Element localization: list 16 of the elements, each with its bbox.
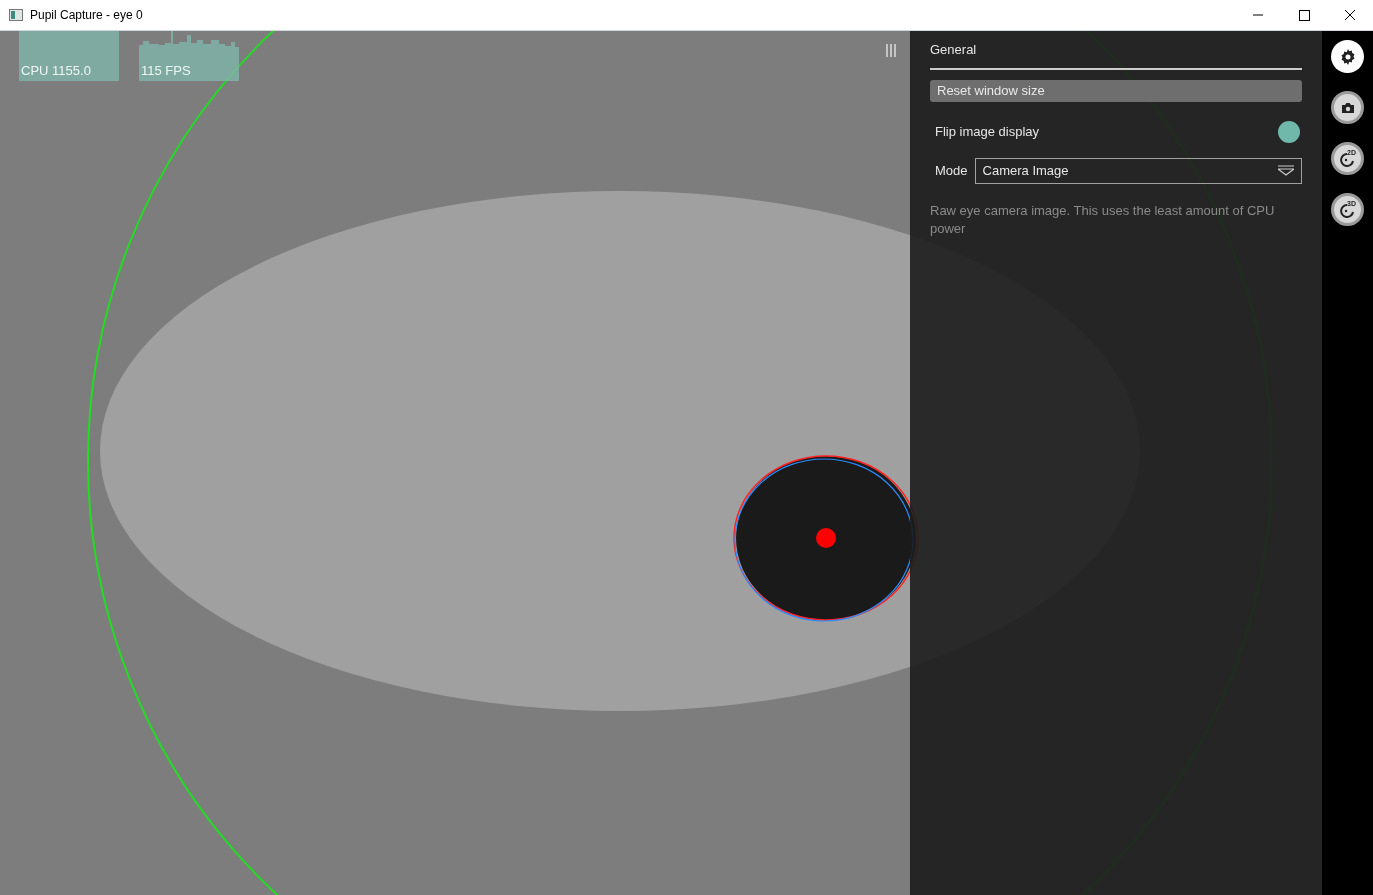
drag-handle-icon[interactable] (886, 44, 896, 57)
settings-button[interactable] (1331, 40, 1364, 73)
reset-window-size-button[interactable]: Reset window size (930, 80, 1302, 102)
graph-label: 115 FPS (141, 61, 191, 80)
flip-toggle[interactable] (1278, 121, 1300, 143)
window-title: Pupil Capture - eye 0 (30, 7, 143, 24)
panel-title: General (930, 41, 978, 59)
camera-button[interactable] (1331, 91, 1364, 124)
graph-label: CPU 1155.0 (21, 61, 91, 80)
mode-description: Raw eye camera image. This uses the least amount of CPU power (930, 202, 1276, 238)
app-icon (9, 9, 23, 21)
toggle-label: Flip image display (935, 123, 1040, 142)
mode-dropdown[interactable]: Camera Image (974, 158, 1302, 184)
dropdown-caret-icon (1278, 165, 1294, 177)
pupil-center-dot (816, 528, 836, 548)
mode-label: Mode (935, 162, 968, 181)
